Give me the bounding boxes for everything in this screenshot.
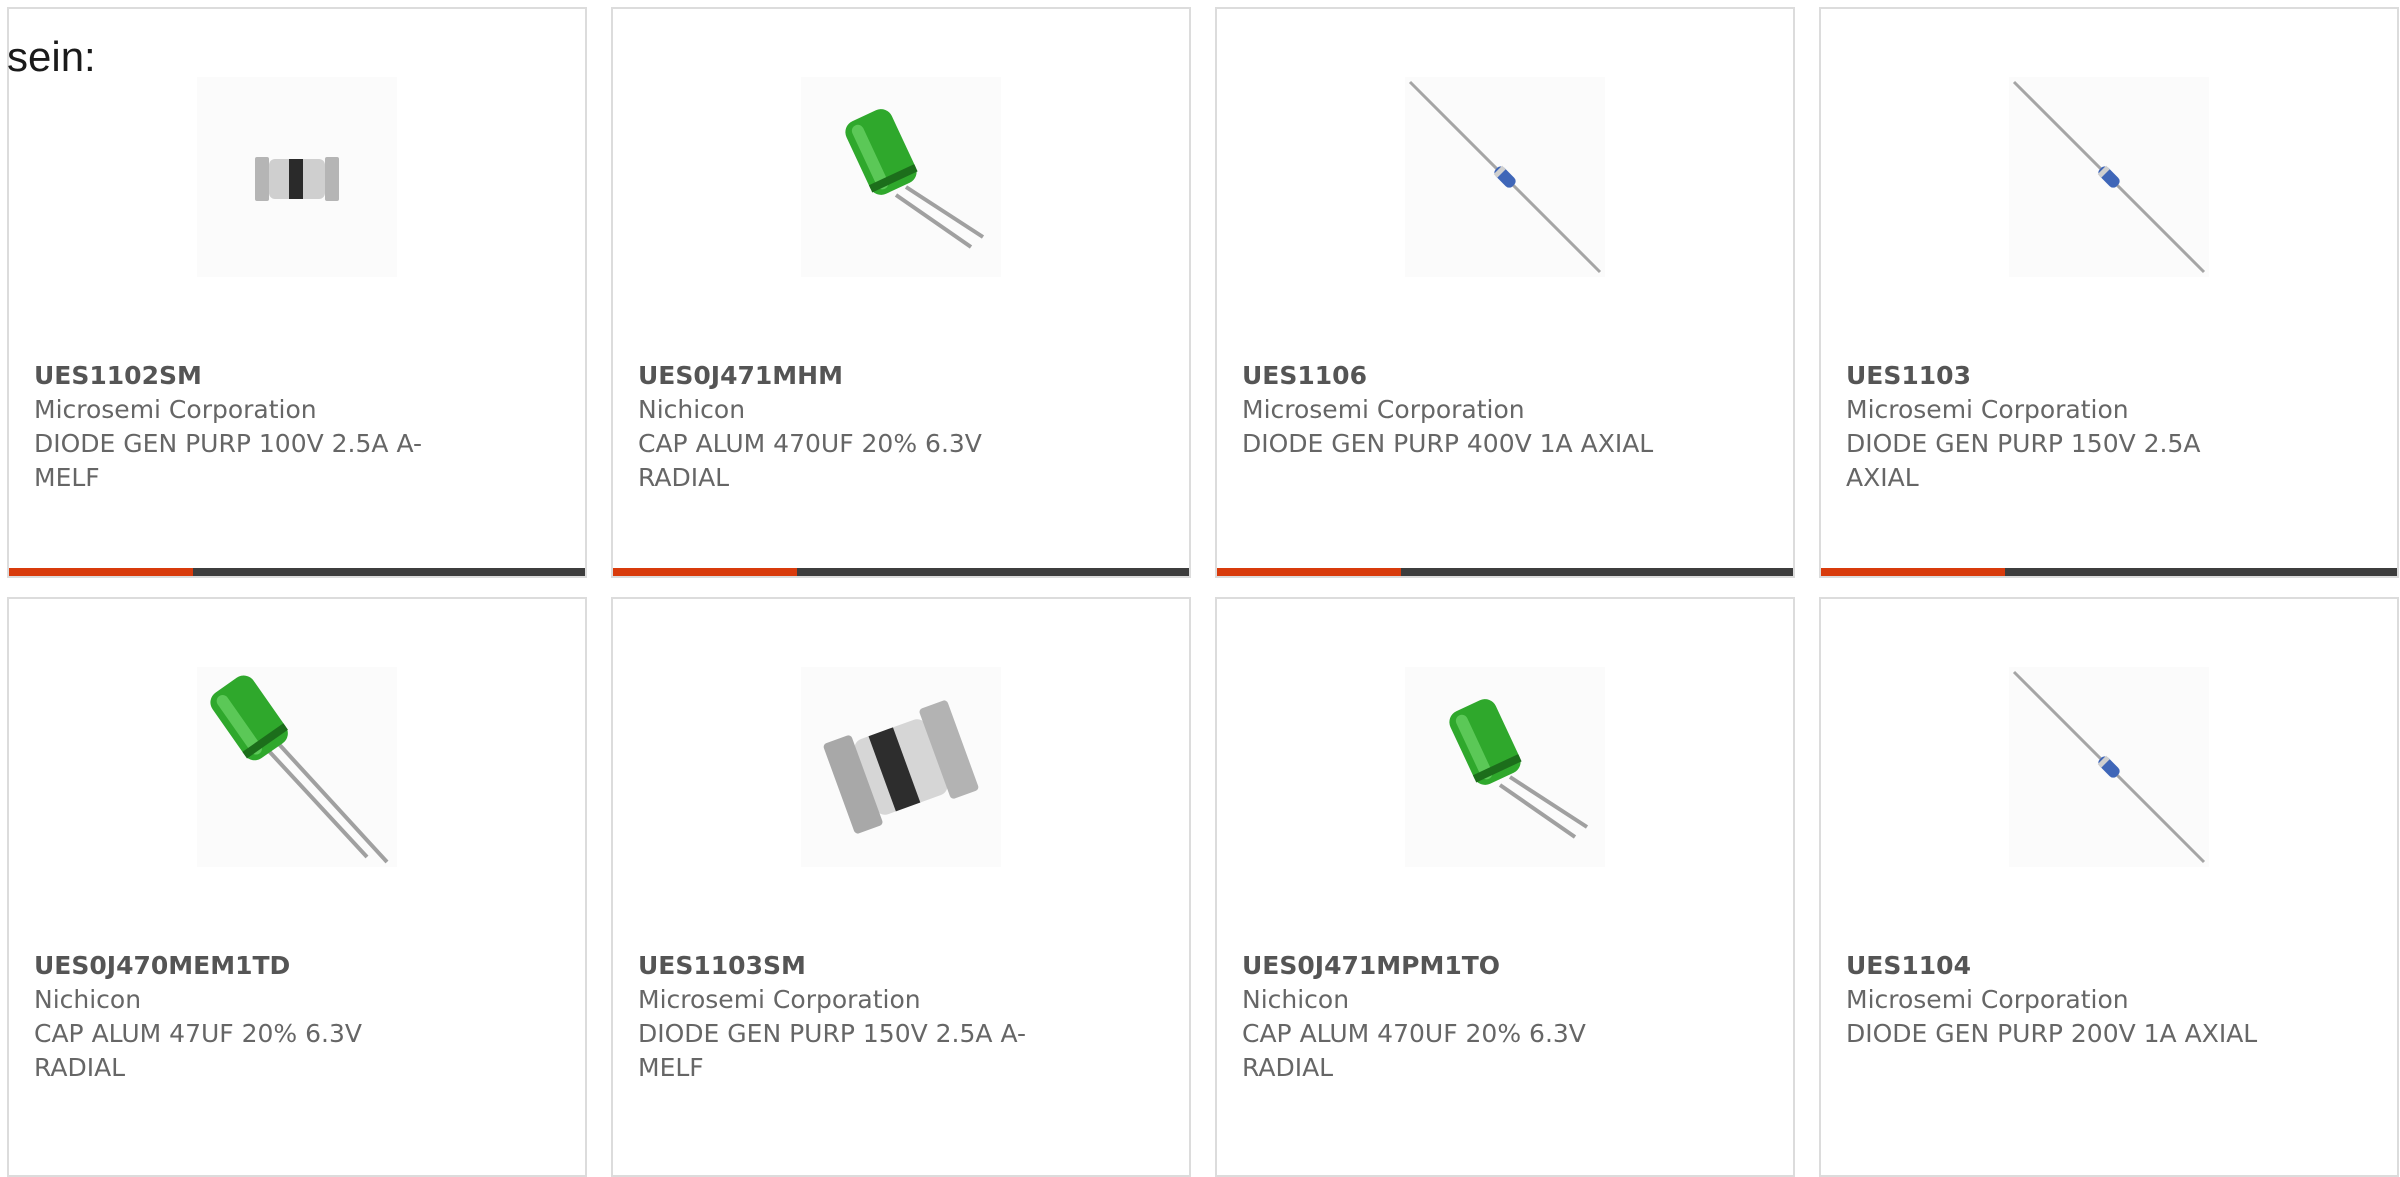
description: DIODE GEN PURP 200V 1A AXIAL (1846, 1019, 2258, 1048)
product-image (1405, 667, 1605, 867)
axial-diode-icon (2012, 670, 2206, 864)
part-number[interactable]: UES1103 (1846, 359, 2266, 393)
product-card[interactable]: UES1103SM Microsemi Corporation DIODE GE… (611, 597, 1191, 1177)
product-image (197, 77, 397, 277)
axial-diode-icon (2012, 80, 2206, 274)
product-grid: UES1102SM Microsemi Corporation DIODE GE… (0, 0, 2400, 1177)
description: CAP ALUM 470UF 20% 6.3V RADIAL (638, 429, 982, 492)
progress-bar (613, 568, 1189, 576)
manufacturer: Microsemi Corporation (1846, 985, 2129, 1014)
description: DIODE GEN PURP 100V 2.5A A-MELF (34, 429, 423, 492)
melf-diode-icon (823, 700, 979, 834)
progress-fill (1821, 568, 2006, 576)
description: CAP ALUM 47UF 20% 6.3V RADIAL (34, 1019, 362, 1082)
product-card[interactable]: UES0J471MHM Nichicon CAP ALUM 470UF 20% … (611, 7, 1191, 578)
progress-fill (1217, 568, 1402, 576)
manufacturer: Microsemi Corporation (638, 985, 921, 1014)
part-number[interactable]: UES1102SM (34, 359, 454, 393)
manufacturer: Nichicon (638, 395, 746, 424)
part-number[interactable]: UES1106 (1242, 359, 1662, 393)
description: DIODE GEN PURP 400V 1A AXIAL (1242, 429, 1654, 458)
axial-diode-icon (1408, 80, 1602, 274)
product-card[interactable]: UES1104 Microsemi Corporation DIODE GEN … (1819, 597, 2399, 1177)
product-image (801, 667, 1001, 867)
manufacturer: Nichicon (1242, 985, 1350, 1014)
progress-bar (9, 568, 585, 576)
part-number[interactable]: UES1103SM (638, 949, 1058, 983)
product-image (2009, 667, 2209, 867)
radial-capacitor-icon (1449, 699, 1589, 839)
radial-capacitor-icon (845, 109, 985, 249)
part-number[interactable]: UES0J471MPM1TO (1242, 949, 1662, 983)
description: CAP ALUM 470UF 20% 6.3V RADIAL (1242, 1019, 1586, 1082)
progress-bar (1217, 568, 1793, 576)
product-card[interactable]: UES1103 Microsemi Corporation DIODE GEN … (1819, 7, 2399, 578)
manufacturer: Microsemi Corporation (1846, 395, 2129, 424)
description: DIODE GEN PURP 150V 2.5A AXIAL (1846, 429, 2201, 492)
part-number[interactable]: UES0J470MEM1TD (34, 949, 454, 983)
manufacturer: Nichicon (34, 985, 142, 1014)
progress-fill (9, 568, 194, 576)
part-number[interactable]: UES1104 (1846, 949, 2266, 983)
product-image (801, 77, 1001, 277)
description: DIODE GEN PURP 150V 2.5A A-MELF (638, 1019, 1027, 1082)
product-card[interactable]: UES1106 Microsemi Corporation DIODE GEN … (1215, 7, 1795, 578)
manufacturer: Microsemi Corporation (34, 395, 317, 424)
product-image (197, 667, 397, 867)
product-card[interactable]: UES0J470MEM1TD Nichicon CAP ALUM 47UF 20… (7, 597, 587, 1177)
melf-diode-icon (255, 157, 339, 201)
progress-fill (613, 568, 798, 576)
product-card[interactable]: UES1102SM Microsemi Corporation DIODE GE… (7, 7, 587, 578)
product-image (2009, 77, 2209, 277)
product-image (1405, 77, 1605, 277)
intro-text: sein: (7, 33, 96, 80)
radial-capacitor-icon (210, 675, 389, 864)
progress-bar (1821, 568, 2397, 576)
part-number[interactable]: UES0J471MHM (638, 359, 1058, 393)
manufacturer: Microsemi Corporation (1242, 395, 1525, 424)
product-card[interactable]: UES0J471MPM1TO Nichicon CAP ALUM 470UF 2… (1215, 597, 1795, 1177)
